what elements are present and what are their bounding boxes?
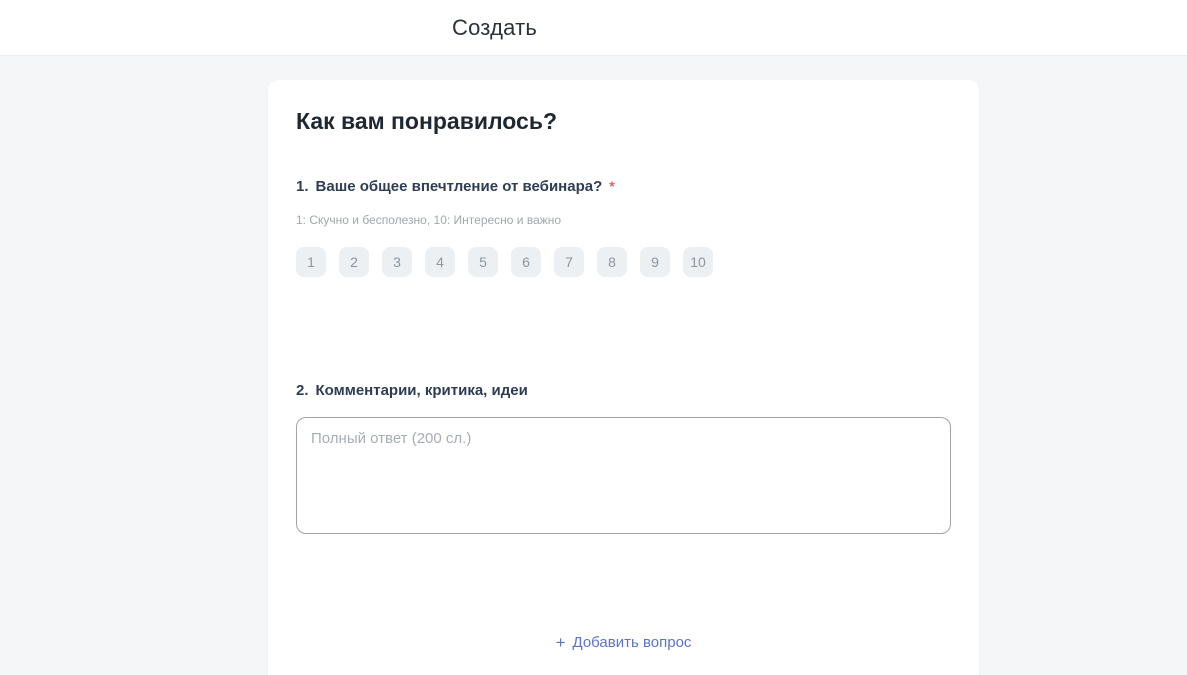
form-card: Как вам понравилось? 1. Ваше общее впечтл… xyxy=(268,80,979,675)
scale-button-4[interactable]: 4 xyxy=(425,247,455,277)
scale-button-8[interactable]: 8 xyxy=(597,247,627,277)
question-1-number: 1. xyxy=(296,178,309,195)
question-1-hint: 1: Скучно и бесполезно, 10: Интересно и … xyxy=(296,213,951,227)
add-question-row: + Добавить вопрос xyxy=(296,634,951,651)
question-1-label: 1. Ваше общее впечтление от вебинара? * xyxy=(296,176,951,197)
scale-button-5[interactable]: 5 xyxy=(468,247,498,277)
top-bar: Создать xyxy=(0,0,1187,56)
form-title: Как вам понравилось? xyxy=(296,106,951,136)
main-area: Как вам понравилось? 1. Ваше общее впечтл… xyxy=(0,56,1187,675)
add-question-button[interactable]: + Добавить вопрос xyxy=(556,634,692,651)
answer-textarea[interactable] xyxy=(296,417,951,534)
scale-button-2[interactable]: 2 xyxy=(339,247,369,277)
scale-button-7[interactable]: 7 xyxy=(554,247,584,277)
question-2-label: 2. Комментарии, критика, идеи xyxy=(296,381,951,401)
scale-button-1[interactable]: 1 xyxy=(296,247,326,277)
scale-button-10[interactable]: 10 xyxy=(683,247,713,277)
add-question-label: Добавить вопрос xyxy=(573,634,692,651)
scale-button-9[interactable]: 9 xyxy=(640,247,670,277)
question-block-2: 2. Комментарии, критика, идеи xyxy=(296,381,951,534)
question-1-text: Ваше общее впечтление от вебинара? xyxy=(316,178,603,195)
question-block-1: 1. Ваше общее впечтление от вебинара? * 1:… xyxy=(296,176,951,277)
scale-button-3[interactable]: 3 xyxy=(382,247,412,277)
required-asterisk: * xyxy=(609,178,614,194)
rating-scale: 1 2 3 4 5 6 7 8 9 10 xyxy=(296,247,951,277)
question-2-number: 2. xyxy=(296,382,309,399)
page-title: Создать xyxy=(452,15,537,41)
scale-button-6[interactable]: 6 xyxy=(511,247,541,277)
plus-icon: + xyxy=(556,634,566,651)
question-2-text: Комментарии, критика, идеи xyxy=(316,382,528,399)
